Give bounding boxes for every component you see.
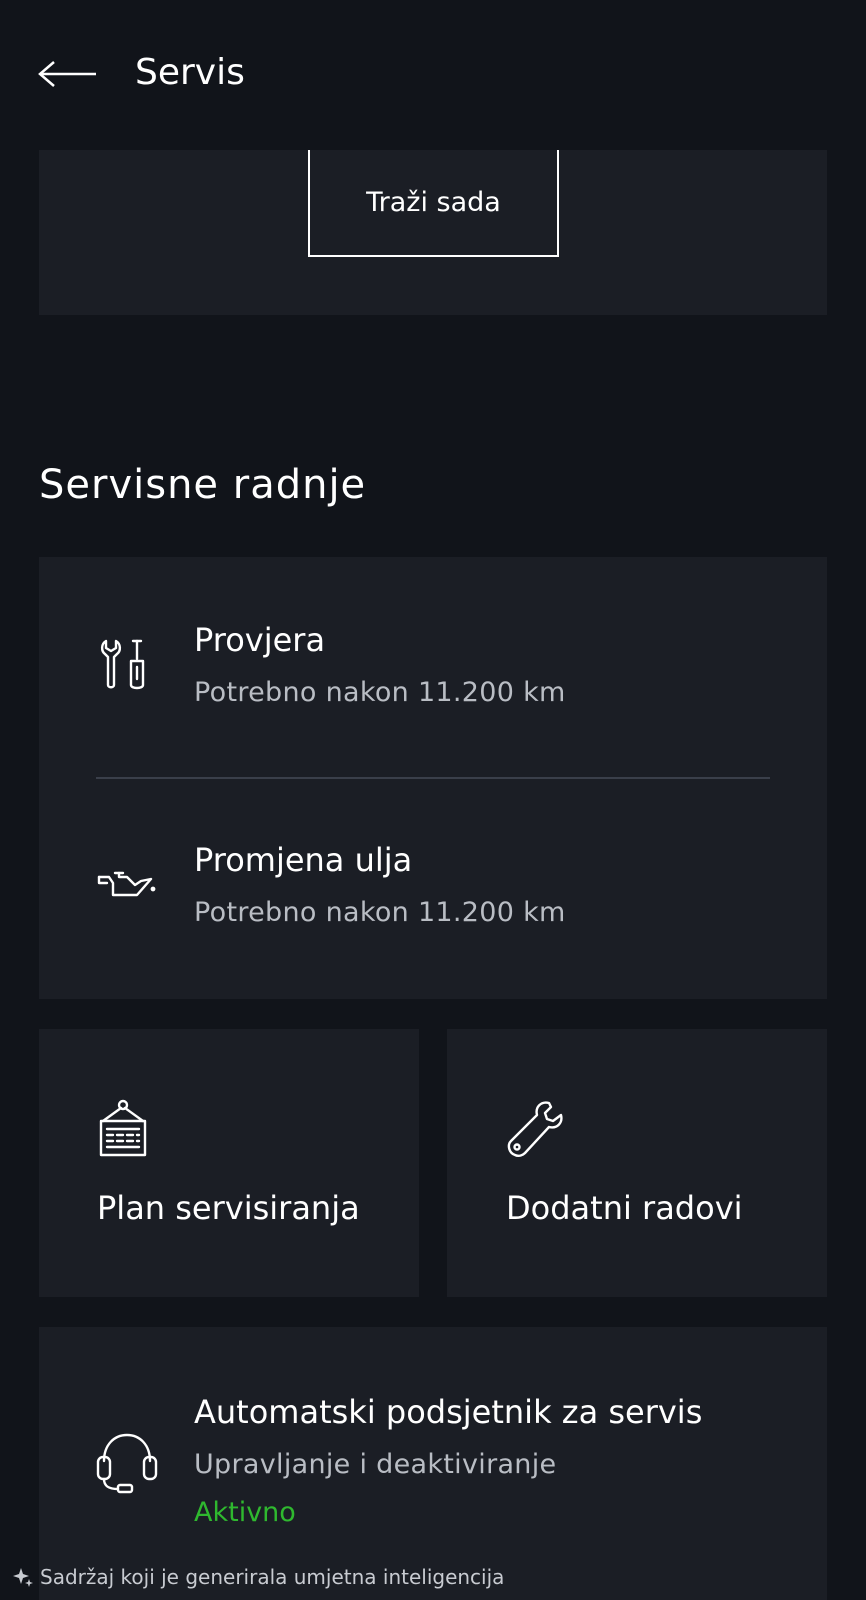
action-subtitle: Potrebno nakon 11.200 km [194,677,566,708]
service-actions-card: Provjera Potrebno nakon 11.200 km Promje… [39,557,827,999]
ai-sparkle-icon [13,1568,33,1587]
wrench-icon [503,1099,563,1161]
action-subtitle: Potrebno nakon 11.200 km [194,897,566,928]
tile-label: Dodatni radovi [506,1189,743,1227]
tile-label: Plan servisiranja [97,1189,360,1227]
arrow-left-icon [38,61,96,87]
tools-icon [97,635,153,691]
reminder-subtitle: Upravljanje i deaktiviranje [194,1449,557,1480]
ai-disclaimer: Sadržaj koji je generirala umjetna intel… [12,1562,504,1592]
reminder-title: Automatski podsjetnik za servis [194,1393,703,1431]
additional-work-tile[interactable]: Dodatni radovi [447,1029,827,1297]
section-title: Servisne radnje [39,462,367,508]
search-now-button[interactable]: Traži sada [308,150,559,257]
dealer-search-card: Traži sada [39,150,827,315]
oil-can-icon [97,855,156,911]
top-app-bar: Servis [0,0,866,150]
action-title: Promjena ulja [194,841,413,879]
action-title: Provjera [194,621,326,659]
headset-icon [96,1429,158,1495]
service-action-oil-change[interactable]: Promjena ulja Potrebno nakon 11.200 km [39,777,827,947]
ai-disclaimer-text: Sadržaj koji je generirala umjetna intel… [40,1565,505,1589]
status-badge: Aktivno [194,1497,296,1528]
service-reminder-card[interactable]: Automatski podsjetnik za servis Upravlja… [39,1327,827,1600]
back-button[interactable] [36,54,100,94]
service-plan-tile[interactable]: Plan servisiranja [39,1029,419,1297]
schedule-board-icon [95,1099,151,1161]
service-action-inspection[interactable]: Provjera Potrebno nakon 11.200 km [39,557,827,727]
page-title: Servis [135,52,245,93]
service-page: Servis Traži sada Servisne radnje Provje… [0,0,866,1600]
